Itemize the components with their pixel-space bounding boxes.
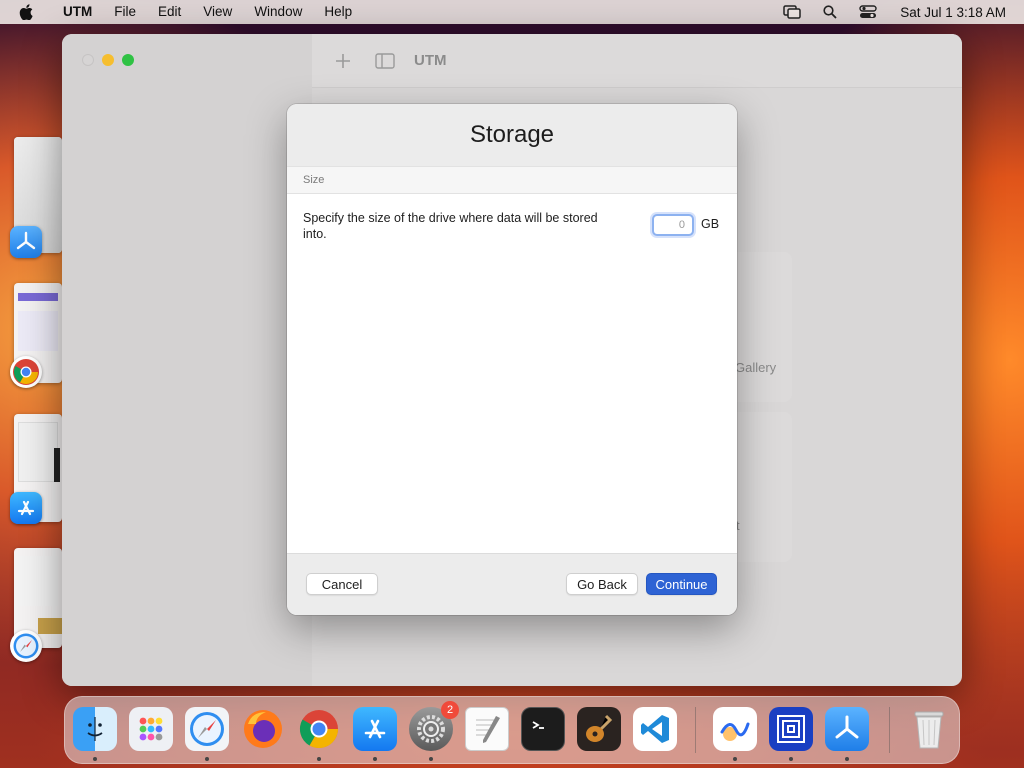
close-window-button[interactable]	[82, 54, 94, 66]
background-gallery-label: Gallery	[735, 360, 777, 375]
settings-notification-badge: 2	[441, 701, 459, 719]
size-input[interactable]	[652, 214, 694, 236]
toggle-sidebar-button[interactable]	[374, 52, 396, 69]
system-settings-icon[interactable]: 2	[409, 701, 459, 751]
settings-running-dot	[429, 757, 433, 761]
menu-view[interactable]: View	[192, 0, 243, 24]
app-store-stage-icon	[10, 492, 42, 524]
firefox-icon[interactable]	[241, 707, 285, 751]
concentric-app-running-dot	[789, 757, 793, 761]
apple-menu[interactable]	[0, 4, 52, 20]
control-center-icon[interactable]	[859, 5, 877, 19]
dock-separator-2	[889, 707, 890, 753]
app-store-icon[interactable]	[353, 707, 397, 751]
cancel-button[interactable]: Cancel	[306, 573, 378, 595]
menu-utm[interactable]: UTM	[52, 0, 103, 24]
go-back-button[interactable]: Go Back	[566, 573, 638, 595]
safari-icon[interactable]	[185, 707, 229, 751]
launchpad-icon[interactable]	[129, 707, 173, 751]
menu-window[interactable]: Window	[243, 0, 313, 24]
utm-icon[interactable]	[825, 707, 869, 751]
menu-file[interactable]: File	[103, 0, 147, 24]
zoom-window-button[interactable]	[122, 54, 134, 66]
size-unit-label: GB	[701, 217, 720, 231]
dialog-title: Storage	[469, 121, 555, 148]
chrome-running-dot	[317, 757, 321, 761]
size-description: Specify the size of the drive where data…	[303, 211, 598, 241]
vscode-icon[interactable]	[633, 707, 677, 751]
textedit-icon[interactable]	[465, 707, 509, 751]
plus-icon	[336, 53, 350, 68]
continue-button[interactable]: Continue	[646, 573, 717, 595]
menu-bar: UTM File Edit View Window Help Sat Jul 1…	[0, 0, 1024, 24]
terminal-icon[interactable]	[521, 707, 565, 751]
dock-separator-1	[695, 707, 696, 753]
sidebar-icon	[375, 52, 395, 69]
apple-icon	[19, 4, 33, 20]
minimize-window-button[interactable]	[102, 54, 114, 66]
window-toolbar: UTM	[312, 34, 962, 88]
window-title: UTM	[414, 52, 447, 69]
freeform-icon[interactable]	[713, 707, 757, 751]
dock: 2	[64, 696, 960, 764]
menu-clock[interactable]: Sat Jul 1 3:18 AM	[900, 5, 1006, 20]
dialog-footer: Cancel Go Back Continue	[287, 553, 737, 615]
search-icon[interactable]	[823, 5, 837, 19]
dialog-header: Storage	[287, 104, 737, 166]
menu-help[interactable]: Help	[313, 0, 363, 24]
chrome-stage-icon	[10, 356, 42, 388]
storage-dialog: Storage Size Specify the size of the dri…	[287, 104, 737, 615]
menu-edit[interactable]: Edit	[147, 0, 192, 24]
safari-running-dot	[205, 757, 209, 761]
safari-stage-icon	[10, 630, 42, 662]
chrome-icon[interactable]	[297, 707, 341, 751]
utm-running-dot	[845, 757, 849, 761]
concentric-squares-app-icon[interactable]	[769, 707, 813, 751]
app-store-running-dot	[373, 757, 377, 761]
garageband-icon[interactable]	[577, 707, 621, 751]
size-row: Specify the size of the drive where data…	[287, 194, 737, 254]
add-vm-button[interactable]	[332, 53, 354, 69]
screen-mirroring-icon[interactable]	[783, 5, 801, 19]
freeform-running-dot	[733, 757, 737, 761]
size-section-header: Size	[287, 166, 737, 194]
window-sidebar	[62, 34, 312, 686]
utm-stage-icon	[10, 226, 42, 258]
finder-icon[interactable]	[73, 707, 117, 751]
trash-icon[interactable]	[907, 707, 951, 751]
finder-running-dot	[93, 757, 97, 761]
